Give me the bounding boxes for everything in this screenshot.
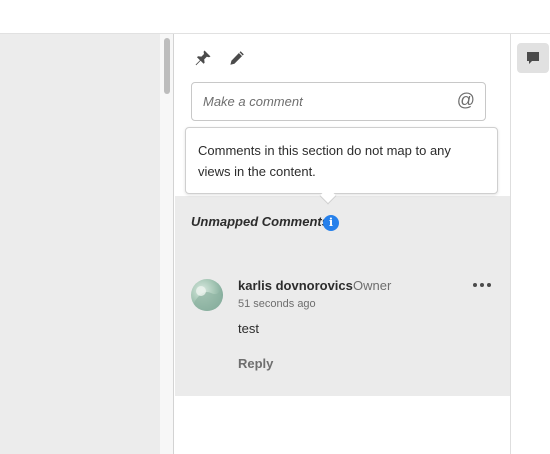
tooltip-text: Comments in this section do not map to a… [198, 143, 451, 179]
more-dot [473, 283, 477, 287]
scrollbar-thumb[interactable] [164, 38, 170, 94]
section-title: Unmapped Comments [191, 214, 329, 229]
comment-input-box[interactable]: @ [191, 82, 486, 121]
panel-divider [510, 34, 511, 454]
top-bar [0, 0, 550, 34]
comment-tools [193, 48, 247, 68]
avatar [191, 279, 223, 311]
scrollbar[interactable] [160, 34, 174, 454]
comment-icon[interactable] [517, 43, 549, 73]
comment-role: Owner [353, 278, 392, 293]
comment-timestamp: 51 seconds ago [238, 298, 316, 310]
more-dot [487, 283, 491, 287]
more-options-icon[interactable] [473, 278, 495, 292]
pencil-icon[interactable] [227, 48, 247, 68]
more-dot [480, 283, 484, 287]
info-icon[interactable]: i [323, 215, 339, 231]
comment-author[interactable]: karlis dovnorovics [238, 278, 353, 293]
reply-button[interactable]: Reply [238, 356, 273, 371]
unmapped-comments-section: Unmapped Comments i karlis dovnorovics O… [175, 196, 510, 396]
comment-body: test [238, 321, 259, 336]
unmapped-info-tooltip: Comments in this section do not map to a… [185, 127, 498, 205]
comment-input[interactable] [203, 91, 443, 111]
pin-icon[interactable] [193, 48, 213, 68]
mention-button[interactable]: @ [457, 90, 475, 111]
content-area [0, 34, 160, 454]
comments-panel: @ Unmapped Comments i karlis dovnorovics… [175, 34, 510, 454]
